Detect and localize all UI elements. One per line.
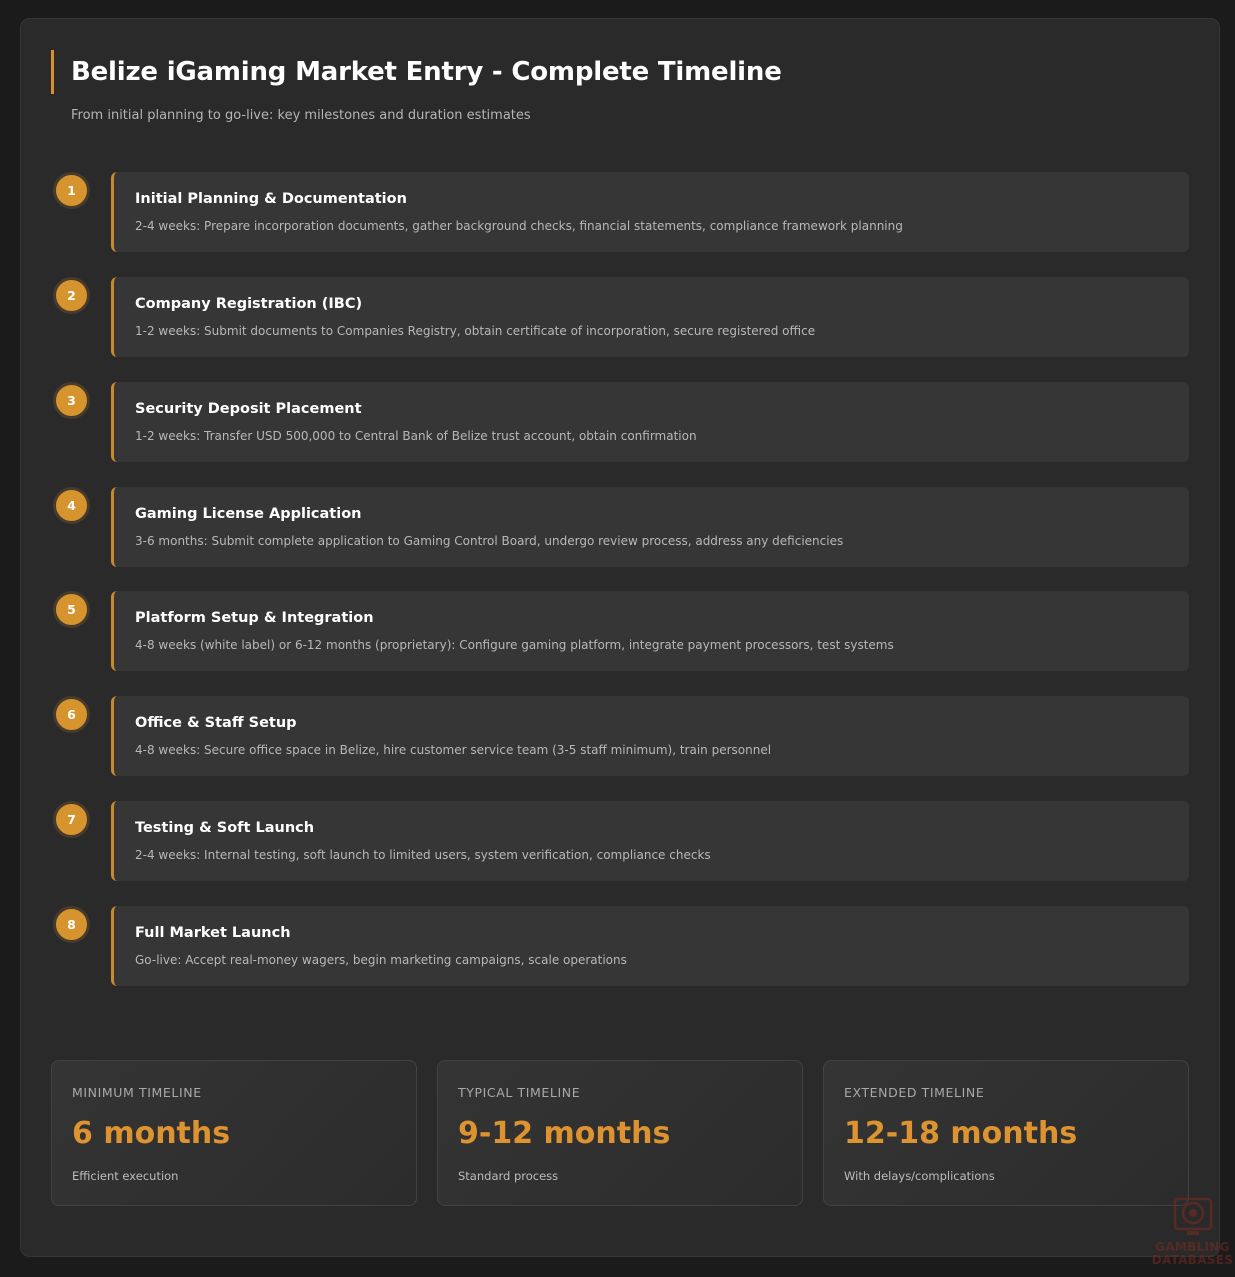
milestone-title: Office & Staff Setup: [135, 715, 297, 731]
watermark: GAMBLING DATABASES: [1150, 1193, 1235, 1277]
step-badge: 1: [53, 172, 90, 209]
milestone-description: 2-4 weeks: Internal testing, soft launch…: [135, 848, 711, 862]
milestone-item: Testing & Soft Launch 2-4 weeks: Interna…: [111, 801, 1189, 881]
stat-value: 9-12 months: [458, 1116, 671, 1151]
step-badge: 6: [53, 696, 90, 733]
milestone-item: Initial Planning & Documentation 2-4 wee…: [111, 172, 1189, 252]
stat-value: 12-18 months: [844, 1116, 1078, 1151]
milestone-description: 1-2 weeks: Submit documents to Companies…: [135, 324, 816, 338]
milestone-title: Gaming License Application: [135, 506, 362, 522]
stat-note: With delays/complications: [844, 1169, 995, 1183]
stat-label: EXTENDED TIMELINE: [844, 1085, 985, 1100]
stat-card-extended: EXTENDED TIMELINE 12-18 months With dela…: [823, 1060, 1189, 1206]
milestone-title: Platform Setup & Integration: [135, 610, 374, 626]
stat-label: TYPICAL TIMELINE: [458, 1085, 581, 1100]
timeline-card: Belize iGaming Market Entry - Complete T…: [20, 18, 1220, 1257]
stat-note: Standard process: [458, 1169, 559, 1183]
milestone-item: Company Registration (IBC) 1-2 weeks: Su…: [111, 277, 1189, 357]
stat-note: Efficient execution: [72, 1169, 179, 1183]
step-badge: 8: [53, 906, 90, 943]
step-badge: 5: [53, 591, 90, 628]
step-badge: 4: [53, 487, 90, 524]
milestone-title: Security Deposit Placement: [135, 401, 362, 417]
milestone-title: Testing & Soft Launch: [135, 820, 315, 836]
stat-card-typical: TYPICAL TIMELINE 9-12 months Standard pr…: [437, 1060, 803, 1206]
title-block: Belize iGaming Market Entry - Complete T…: [51, 50, 782, 94]
step-badge: 3: [53, 382, 90, 419]
milestone-description: 4-8 weeks: Secure office space in Belize…: [135, 743, 772, 757]
watermark-line2: DATABASES: [1151, 1253, 1234, 1267]
milestone-description: Go-live: Accept real-money wagers, begin…: [135, 953, 627, 967]
step-badge: 2: [53, 277, 90, 314]
milestone-item: Full Market Launch Go-live: Accept real-…: [111, 906, 1189, 986]
milestone-description: 2-4 weeks: Prepare incorporation documen…: [135, 219, 903, 233]
milestone-title: Company Registration (IBC): [135, 296, 363, 312]
milestone-title: Full Market Launch: [135, 925, 291, 941]
milestone-title: Initial Planning & Documentation: [135, 191, 407, 207]
page-subtitle: From initial planning to go-live: key mi…: [71, 108, 531, 123]
step-badge: 7: [53, 801, 90, 838]
milestone-item: Platform Setup & Integration 4-8 weeks (…: [111, 591, 1189, 671]
stat-card-minimum: MINIMUM TIMELINE 6 months Efficient exec…: [51, 1060, 417, 1206]
milestone-description: 3-6 months: Submit complete application …: [135, 534, 844, 548]
roulette-chip-icon: [1173, 1197, 1212, 1235]
milestone-item: Security Deposit Placement 1-2 weeks: Tr…: [111, 382, 1189, 462]
milestone-item: Office & Staff Setup 4-8 weeks: Secure o…: [111, 696, 1189, 776]
milestone-description: 1-2 weeks: Transfer USD 500,000 to Centr…: [135, 429, 697, 443]
stat-value: 6 months: [72, 1116, 231, 1151]
stat-label: MINIMUM TIMELINE: [72, 1085, 202, 1100]
page-title: Belize iGaming Market Entry - Complete T…: [71, 57, 782, 87]
milestone-description: 4-8 weeks (white label) or 6-12 months (…: [135, 638, 894, 652]
milestone-item: Gaming License Application 3-6 months: S…: [111, 487, 1189, 567]
